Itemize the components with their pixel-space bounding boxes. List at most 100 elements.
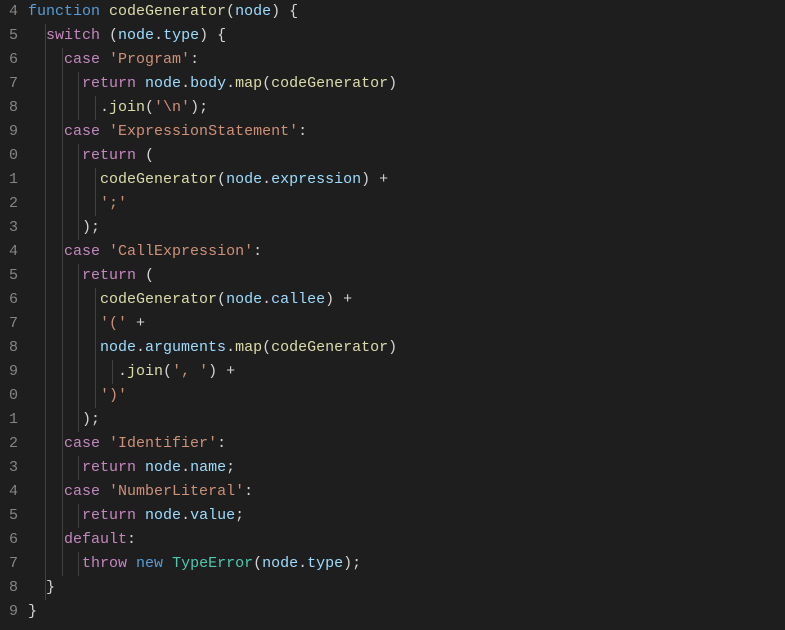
indent-guide <box>45 576 46 600</box>
code-line[interactable]: .join(', ') + <box>28 360 785 384</box>
code-area[interactable]: function codeGenerator(node) { switch (n… <box>28 0 785 630</box>
indent-guide <box>45 168 46 192</box>
line-number: 7 <box>0 552 18 576</box>
indent-guide <box>62 288 63 312</box>
token: . <box>28 99 109 116</box>
indent-guide <box>62 336 63 360</box>
token <box>28 195 100 212</box>
token: ')' <box>100 387 127 404</box>
token: ( <box>217 291 226 308</box>
indent-guide <box>112 360 113 384</box>
indent-guide <box>78 288 79 312</box>
indent-guide <box>95 336 96 360</box>
indent-guide <box>95 96 96 120</box>
token: ( <box>226 3 235 20</box>
token: case <box>64 123 100 140</box>
indent-guide <box>45 552 46 576</box>
code-line[interactable]: case 'ExpressionStatement': <box>28 120 785 144</box>
code-line[interactable]: codeGenerator(node.expression) + <box>28 168 785 192</box>
code-line[interactable]: } <box>28 576 785 600</box>
code-line[interactable]: case 'Program': <box>28 48 785 72</box>
code-line[interactable]: return ( <box>28 144 785 168</box>
code-line[interactable]: '(' + <box>28 312 785 336</box>
code-line[interactable]: codeGenerator(node.callee) + <box>28 288 785 312</box>
code-line[interactable]: return node.value; <box>28 504 785 528</box>
code-line[interactable]: return ( <box>28 264 785 288</box>
token: return <box>82 147 136 164</box>
indent-guide <box>62 48 63 72</box>
code-line[interactable]: ')' <box>28 384 785 408</box>
token: . <box>298 555 307 572</box>
token <box>28 435 64 452</box>
line-number: 5 <box>0 24 18 48</box>
token: ( <box>262 339 271 356</box>
token <box>100 243 109 260</box>
token: node <box>145 459 181 476</box>
token: new <box>136 555 163 572</box>
code-line[interactable]: ); <box>28 408 785 432</box>
token: callee <box>271 291 325 308</box>
code-line[interactable]: .join('\n'); <box>28 96 785 120</box>
code-line[interactable]: case 'CallExpression': <box>28 240 785 264</box>
code-editor[interactable]: 45678901234567890123456789 function code… <box>0 0 785 630</box>
code-line[interactable]: ';' <box>28 192 785 216</box>
line-number: 3 <box>0 456 18 480</box>
indent-guide <box>95 360 96 384</box>
token <box>28 267 82 284</box>
indent-guide <box>62 384 63 408</box>
token: ( <box>217 171 226 188</box>
indent-guide <box>45 72 46 96</box>
token: : <box>190 51 199 68</box>
indent-guide <box>78 168 79 192</box>
indent-guide <box>45 264 46 288</box>
indent-guide <box>45 144 46 168</box>
token: ); <box>28 411 100 428</box>
indent-guide <box>45 384 46 408</box>
token: node <box>226 291 262 308</box>
indent-guide <box>62 192 63 216</box>
line-number: 5 <box>0 264 18 288</box>
code-line[interactable]: } <box>28 600 785 624</box>
indent-guide <box>95 312 96 336</box>
code-line[interactable]: case 'Identifier': <box>28 432 785 456</box>
token: . <box>181 459 190 476</box>
token: ( <box>163 363 172 380</box>
token: ); <box>343 555 361 572</box>
code-line[interactable]: case 'NumberLiteral': <box>28 480 785 504</box>
token <box>28 51 64 68</box>
indent-guide <box>78 192 79 216</box>
token: . <box>226 339 235 356</box>
indent-guide <box>62 264 63 288</box>
token: . <box>262 291 271 308</box>
token: ';' <box>100 195 127 212</box>
token: 'Program' <box>109 51 190 68</box>
token: : <box>244 483 253 500</box>
code-line[interactable]: function codeGenerator(node) { <box>28 0 785 24</box>
code-line[interactable]: switch (node.type) { <box>28 24 785 48</box>
token: : <box>253 243 262 260</box>
code-line[interactable]: throw new TypeError(node.type); <box>28 552 785 576</box>
indent-guide <box>78 504 79 528</box>
token: name <box>190 459 226 476</box>
token <box>28 291 100 308</box>
indent-guide <box>45 336 46 360</box>
code-line[interactable]: ); <box>28 216 785 240</box>
indent-guide <box>78 360 79 384</box>
indent-guide <box>78 312 79 336</box>
line-number: 6 <box>0 48 18 72</box>
token: ) <box>388 75 397 92</box>
code-line[interactable]: node.arguments.map(codeGenerator) <box>28 336 785 360</box>
token: arguments <box>145 339 226 356</box>
line-number: 9 <box>0 120 18 144</box>
token: ( <box>253 555 262 572</box>
indent-guide <box>45 216 46 240</box>
token: node <box>262 555 298 572</box>
line-number: 1 <box>0 168 18 192</box>
token <box>28 243 64 260</box>
token: ) + <box>325 291 352 308</box>
code-line[interactable]: return node.name; <box>28 456 785 480</box>
code-line[interactable]: return node.body.map(codeGenerator) <box>28 72 785 96</box>
line-number: 7 <box>0 312 18 336</box>
code-line[interactable]: default: <box>28 528 785 552</box>
indent-guide <box>45 408 46 432</box>
